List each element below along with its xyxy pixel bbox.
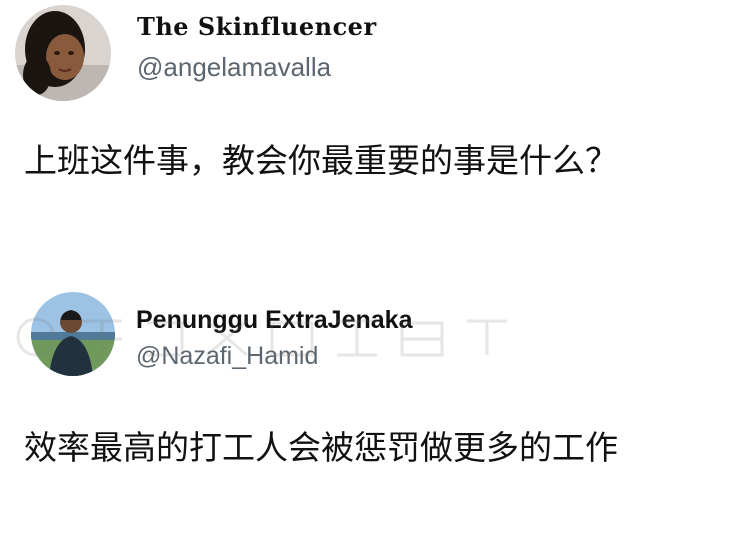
tweet-text: 效率最高的打工人会被惩罚做更多的工作 [24,428,618,467]
tweet-card: Penunggu ExtraJenaka @Nazafi_Hamid 效率最高的… [0,270,742,543]
tweet-text: 上班这件事，教会你最重要的事是什么？ [24,141,618,180]
author-handle[interactable]: @angelamavalla [137,52,331,83]
tweet-card: The Skinfluencer @angelamavalla 上班这件事，教会… [0,0,742,260]
author-handle[interactable]: @Nazafi_Hamid [136,342,318,371]
author-name[interactable]: Penunggu ExtraJenaka [136,306,412,335]
avatar[interactable] [31,292,115,376]
profile-photo-icon [31,292,115,376]
author-name[interactable]: The Skinfluencer [137,12,377,41]
profile-photo-icon [15,5,111,101]
avatar[interactable] [15,5,111,101]
